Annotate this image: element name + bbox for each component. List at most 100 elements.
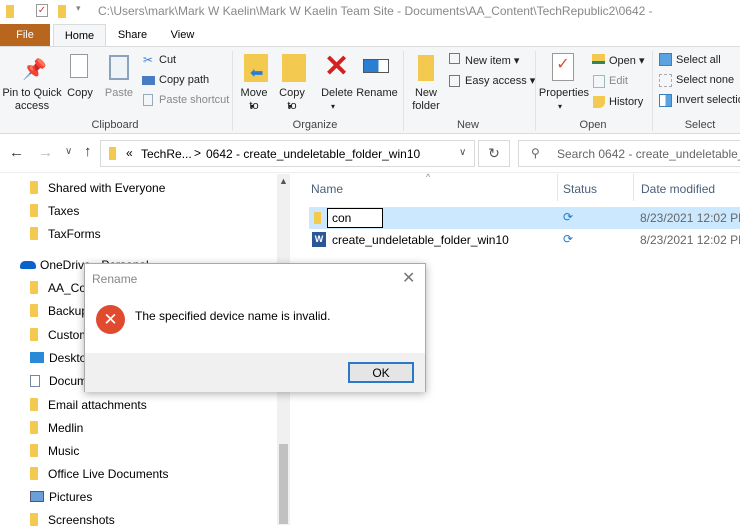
nav-item[interactable]: Music — [30, 441, 79, 461]
breadcrumb-separator-icon[interactable]: > — [194, 146, 201, 160]
folder-icon — [30, 444, 38, 457]
delete-dropdown-icon[interactable]: ▾ — [331, 100, 335, 113]
column-header-status[interactable]: Status — [563, 182, 597, 196]
paste-shortcut-button[interactable]: Paste shortcut — [159, 94, 229, 106]
invert-selection-button[interactable]: Invert selection — [676, 94, 740, 106]
folder-icon — [30, 398, 38, 411]
copy-button[interactable]: Copy — [64, 87, 96, 100]
copy-path-icon — [142, 76, 155, 85]
search-box[interactable]: ⚲ Search 0642 - create_undeletable_fo — [518, 140, 740, 167]
cut-icon: ✂ — [143, 53, 154, 67]
recent-dropdown-icon[interactable]: ∨ — [65, 146, 72, 157]
nav-item[interactable]: Medlin — [30, 418, 83, 438]
tab-view[interactable]: View — [160, 24, 205, 46]
move-to-dropdown-icon[interactable]: ▾ — [250, 100, 254, 113]
folder-icon — [30, 513, 38, 526]
column-header-date[interactable]: Date modified — [641, 182, 715, 196]
nav-item[interactable]: Screenshots — [30, 510, 115, 530]
ribbon-tabs: File Home Share View — [0, 24, 740, 47]
ok-button[interactable]: OK — [348, 362, 414, 383]
copy-path-button[interactable]: Copy path — [159, 74, 209, 86]
column-divider — [633, 174, 634, 201]
nav-item[interactable]: Custom — [30, 325, 89, 345]
rename-button[interactable]: Rename — [356, 87, 398, 100]
back-arrow-icon[interactable]: ← — [9, 144, 24, 161]
nav-item[interactable]: Pictures — [30, 487, 92, 507]
paste-button[interactable]: Paste — [102, 87, 136, 100]
nav-item[interactable]: TaxForms — [30, 224, 101, 244]
breadcrumb-techrepublic[interactable]: TechRe... — [141, 147, 192, 161]
search-icon: ⚲ — [531, 146, 540, 160]
cut-button[interactable]: Cut — [159, 54, 176, 66]
new-folder-qat-icon[interactable] — [58, 5, 66, 18]
select-none-button[interactable]: Select none — [676, 74, 734, 86]
tab-home[interactable]: Home — [53, 24, 106, 47]
tab-share[interactable]: Share — [110, 24, 155, 46]
easy-access-icon — [449, 75, 460, 87]
navigation-bar: ← → ∨ ↑ « TechRe... > 0642 - create_unde… — [0, 135, 740, 173]
new-folder-icon — [418, 55, 434, 81]
delete-icon: ✕ — [324, 50, 350, 83]
open-icon — [592, 54, 605, 64]
select-all-button[interactable]: Select all — [676, 54, 721, 66]
address-bar[interactable]: « TechRe... > 0642 - create_undeletable_… — [100, 140, 475, 167]
dialog-footer: OK — [85, 353, 425, 392]
overflow-chevron-icon[interactable]: « — [126, 146, 133, 160]
column-divider — [557, 174, 558, 201]
history-button[interactable]: History — [609, 96, 643, 108]
breadcrumb-current[interactable]: 0642 - create_undeletable_folder_win10 — [206, 147, 420, 161]
pin-to-quick-access-button[interactable]: Pin to Quick access — [2, 87, 62, 113]
folder-icon — [30, 304, 38, 317]
ribbon: 📌 Pin to Quick access Copy Paste ✂ Cut C… — [0, 46, 740, 134]
tab-file[interactable]: File — [0, 24, 50, 46]
copy-to-icon — [282, 54, 306, 82]
folder-icon — [314, 212, 321, 224]
history-icon — [593, 96, 605, 108]
word-document-icon: W — [312, 232, 326, 247]
new-group-label: New — [456, 119, 479, 131]
sync-status-icon: ⟳ — [563, 210, 574, 224]
new-item-label: New item — [465, 55, 511, 67]
close-icon[interactable]: ✕ — [402, 268, 415, 288]
edit-button[interactable]: Edit — [609, 75, 628, 87]
file-date: 8/23/2021 12:02 PM — [640, 211, 740, 225]
scroll-up-icon[interactable]: ▲ — [279, 176, 288, 186]
select-none-icon — [659, 74, 672, 87]
rename-input[interactable] — [327, 208, 383, 228]
copy-to-dropdown-icon[interactable]: ▾ — [288, 100, 292, 113]
properties-dropdown-icon[interactable]: ▾ — [558, 100, 562, 113]
column-header-name[interactable]: Name — [311, 182, 343, 196]
easy-access-button[interactable]: Easy access ▾ — [465, 74, 535, 87]
file-row-selected[interactable]: ⟳ 8/23/2021 12:02 PM — [309, 207, 740, 229]
properties-qat-icon[interactable]: ✓ — [36, 4, 48, 17]
new-folder-button[interactable]: New folder — [408, 87, 444, 113]
open-button[interactable]: Open ▾ — [609, 54, 645, 67]
invert-selection-icon — [659, 94, 672, 107]
select-group-label: Select — [684, 119, 716, 131]
address-dropdown-icon[interactable]: ∨ — [459, 147, 466, 158]
file-row[interactable]: W create_undeletable_folder_win10 ⟳ 8/23… — [309, 229, 740, 251]
delete-button[interactable]: Delete — [318, 87, 356, 100]
move-arrow-icon: ⬅ — [250, 65, 264, 82]
divider — [652, 51, 653, 131]
nav-item[interactable]: Shared with Everyone — [30, 178, 165, 198]
qat-dropdown-icon[interactable]: ▾ — [76, 3, 81, 14]
folder-icon — [109, 147, 116, 160]
nav-item[interactable]: Taxes — [30, 201, 79, 221]
scrollbar-thumb[interactable] — [279, 444, 288, 524]
nav-item[interactable]: Office Live Documents — [30, 464, 169, 484]
divider — [403, 51, 404, 131]
refresh-button[interactable]: ↻ — [478, 140, 510, 167]
folder-icon — [30, 181, 38, 194]
properties-button[interactable]: Properties — [538, 87, 590, 100]
forward-arrow-icon[interactable]: → — [38, 144, 53, 161]
pin-icon: 📌 — [22, 59, 47, 81]
nav-item[interactable]: Email attachments — [30, 395, 147, 415]
divider — [232, 51, 233, 131]
up-arrow-icon[interactable]: ↑ — [84, 143, 92, 160]
documents-icon — [30, 375, 40, 387]
folder-icon — [6, 5, 14, 18]
folder-icon — [30, 467, 38, 480]
new-item-button[interactable]: New item ▾ — [465, 54, 519, 67]
paste-shortcut-icon — [143, 94, 153, 106]
